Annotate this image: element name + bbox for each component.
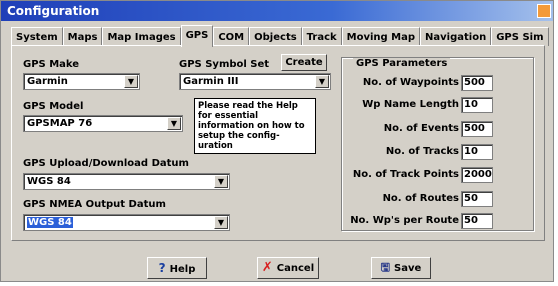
param-label: No. of Waypoints bbox=[362, 77, 459, 88]
question-mark-icon: ? bbox=[158, 261, 166, 275]
tab-navigation[interactable]: Navigation bbox=[420, 27, 492, 46]
param-label: No. of Tracks bbox=[385, 146, 459, 157]
gps-model-label: GPS Model bbox=[23, 101, 84, 112]
gps-symbol-set-label: GPS Symbol Set bbox=[179, 59, 270, 70]
param-row-tracks: No. of Tracks 10 bbox=[351, 144, 535, 162]
routes-field[interactable]: 50 bbox=[461, 191, 493, 207]
tracks-field[interactable]: 10 bbox=[461, 144, 493, 160]
waypoints-field[interactable]: 500 bbox=[461, 75, 493, 91]
tab-map-images[interactable]: Map Images bbox=[102, 27, 181, 46]
param-label: No. of Events bbox=[383, 123, 459, 134]
tab-gps-sim[interactable]: GPS Sim bbox=[491, 27, 549, 46]
close-window-button[interactable] bbox=[537, 4, 551, 18]
param-label: Wp Name Length bbox=[362, 99, 459, 110]
save-button[interactable]: 🖫 Save bbox=[371, 257, 431, 279]
tab-maps[interactable]: Maps bbox=[62, 27, 103, 46]
tab-gps[interactable]: GPS bbox=[180, 25, 214, 47]
create-button[interactable]: Create bbox=[281, 54, 327, 71]
nmea-datum-select[interactable]: WGS 84 ▼ bbox=[23, 214, 230, 231]
gps-make-value: Garmin bbox=[27, 76, 68, 87]
gps-model-value: GPSMAP 76 bbox=[27, 118, 93, 129]
tab-objects[interactable]: Objects bbox=[249, 27, 302, 46]
param-row-wp-name-length: Wp Name Length 10 bbox=[351, 97, 535, 115]
tab-strip: System Maps Map Images GPS COM Objects T… bbox=[11, 25, 549, 47]
tab-system[interactable]: System bbox=[11, 27, 63, 46]
wp-per-route-field[interactable]: 50 bbox=[461, 213, 493, 229]
tab-track[interactable]: Track bbox=[301, 27, 342, 46]
param-label: No. Wp's per Route bbox=[350, 215, 459, 226]
window-title: Configuration bbox=[7, 4, 100, 18]
save-button-label: Save bbox=[394, 263, 422, 274]
nmea-datum-label: GPS NMEA Output Datum bbox=[23, 199, 166, 210]
red-x-icon: ✗ bbox=[261, 260, 273, 275]
param-row-waypoints: No. of Waypoints 500 bbox=[351, 75, 535, 93]
cancel-button-label: Cancel bbox=[276, 263, 315, 274]
param-row-events: No. of Events 500 bbox=[351, 121, 535, 139]
param-label: No. of Track Points bbox=[352, 169, 459, 180]
chevron-down-icon[interactable]: ▼ bbox=[214, 175, 228, 188]
track-points-field[interactable]: 2000 bbox=[461, 167, 493, 183]
gps-model-select[interactable]: GPSMAP 76 ▼ bbox=[23, 115, 183, 132]
help-button[interactable]: ? Help bbox=[147, 257, 207, 279]
save-disk-icon: 🖫 bbox=[380, 261, 391, 274]
chevron-down-icon[interactable]: ▼ bbox=[167, 117, 181, 130]
help-note: Please read the Help for essential infor… bbox=[194, 98, 316, 154]
upload-datum-select[interactable]: WGS 84 ▼ bbox=[23, 173, 230, 190]
param-row-wp-per-route: No. Wp's per Route 50 bbox=[350, 213, 535, 231]
events-field[interactable]: 500 bbox=[461, 121, 493, 137]
title-bar: Configuration bbox=[1, 1, 553, 21]
configuration-window: Configuration System Maps Map Images GPS… bbox=[0, 0, 554, 282]
gps-make-select[interactable]: Garmin ▼ bbox=[23, 73, 140, 90]
param-row-track-points: No. of Track Points 2000 bbox=[351, 167, 535, 185]
nmea-datum-value: WGS 84 bbox=[27, 217, 73, 228]
chevron-down-icon[interactable]: ▼ bbox=[124, 75, 138, 88]
help-button-label: Help bbox=[169, 264, 196, 275]
gps-parameters-title: GPS Parameters bbox=[353, 58, 451, 69]
chevron-down-icon[interactable]: ▼ bbox=[315, 75, 329, 88]
upload-datum-value: WGS 84 bbox=[27, 176, 71, 187]
upload-datum-label: GPS Upload/Download Datum bbox=[23, 158, 189, 169]
param-row-routes: No. of Routes 50 bbox=[351, 191, 535, 209]
tab-com[interactable]: COM bbox=[213, 27, 250, 46]
tab-moving-map[interactable]: Moving Map bbox=[341, 27, 421, 46]
gps-symbol-set-value: Garmin III bbox=[183, 76, 239, 87]
param-label: No. of Routes bbox=[382, 193, 459, 204]
gps-make-label: GPS Make bbox=[23, 59, 80, 70]
cancel-button[interactable]: ✗ Cancel bbox=[257, 257, 319, 279]
gps-symbol-set-select[interactable]: Garmin III ▼ bbox=[179, 73, 331, 90]
wp-name-length-field[interactable]: 10 bbox=[461, 97, 493, 113]
chevron-down-icon[interactable]: ▼ bbox=[214, 216, 228, 229]
